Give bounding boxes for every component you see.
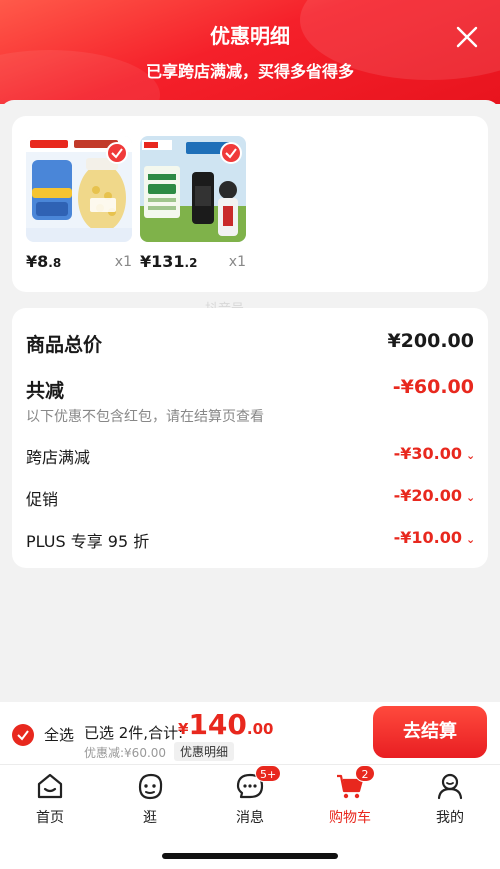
- discount-item-label: 跨店满减: [26, 448, 91, 467]
- total-reduce-row: 共减 -¥60.00: [26, 376, 474, 402]
- close-icon[interactable]: [452, 22, 482, 52]
- discount-item-row[interactable]: PLUS 专享 95 折 -¥10.00 ⌄: [26, 528, 476, 552]
- product-item[interactable]: ¥131.2 x1: [140, 136, 246, 271]
- total-price-row: 商品总价 ¥200.00: [26, 330, 474, 356]
- header: 优惠明细 已享跨店满减，买得多省得多: [0, 0, 500, 104]
- product-list: ¥8.8 x1 ¥131.2 x1: [12, 116, 488, 292]
- discount-item-label: 促销: [26, 490, 59, 509]
- tab-browse[interactable]: 逛: [110, 771, 190, 827]
- discount-summary: 商品总价 ¥200.00 共减 -¥60.00 以下优惠不包含红包，请在结算页查…: [12, 308, 488, 568]
- profile-icon: [437, 773, 463, 800]
- chevron-down-icon: ⌄: [466, 533, 476, 546]
- tab-label: 首页: [36, 810, 64, 826]
- discount-note-text: 以下优惠不包含红包，请在结算页查看: [26, 409, 264, 425]
- tab-label: 逛: [143, 810, 157, 826]
- total-price-value: ¥200.00: [387, 330, 474, 352]
- tab-label: 消息: [236, 810, 264, 826]
- chevron-down-icon: ⌄: [466, 491, 476, 504]
- selected-check-icon: [106, 142, 128, 164]
- product-image[interactable]: [26, 136, 132, 242]
- total-reduce-value: -¥60.00: [392, 376, 474, 398]
- page-subtitle: 已享跨店满减，买得多省得多: [145, 62, 354, 81]
- discount-item-value: -¥30.00 ⌄: [393, 444, 476, 463]
- total-price-label: 商品总价: [26, 334, 103, 356]
- cart-badge: 2: [355, 765, 375, 782]
- discount-detail-button[interactable]: 优惠明细: [174, 742, 235, 761]
- tab-messages[interactable]: 5+ 消息: [210, 765, 290, 827]
- discount-amount: 优惠减:¥60.00: [84, 746, 167, 760]
- tab-label: 购物车: [329, 810, 371, 826]
- product-quantity: x1: [228, 254, 246, 270]
- cart-icon-wrap: 2: [335, 765, 375, 801]
- discount-note: 以下优惠不包含红包，请在结算页查看: [26, 406, 474, 426]
- product-image[interactable]: [140, 136, 246, 242]
- tab-profile[interactable]: 我的: [410, 771, 490, 827]
- home-indicator: [162, 853, 338, 859]
- total-reduce-label: 共减: [26, 380, 65, 402]
- discount-item-label: PLUS 专享 95 折: [26, 532, 150, 551]
- message-icon-wrap: 5+: [235, 765, 282, 801]
- checkout-button[interactable]: 去结算: [373, 706, 487, 758]
- discount-item-value: -¥20.00 ⌄: [393, 486, 476, 505]
- product-price: ¥131.2: [140, 252, 198, 271]
- chevron-down-icon: ⌄: [466, 449, 476, 462]
- tab-cart[interactable]: 2 购物车: [310, 765, 390, 827]
- face-icon: [138, 773, 163, 800]
- checkout-bar: 全选 已选 2件,合计: ¥140.00 优惠减:¥60.00 优惠明细 去结算: [0, 702, 500, 764]
- product-quantity: x1: [114, 254, 132, 270]
- tab-label: 我的: [436, 810, 464, 826]
- select-all-label[interactable]: 全选: [44, 724, 74, 745]
- product-item[interactable]: ¥8.8 x1: [26, 136, 132, 271]
- tab-home[interactable]: 首页: [10, 771, 90, 827]
- discount-item-row[interactable]: 促销 -¥20.00 ⌄: [26, 486, 476, 510]
- discount-item-row[interactable]: 跨店满减 -¥30.00 ⌄: [26, 444, 476, 468]
- select-all-checkbox[interactable]: [12, 724, 34, 746]
- total-amount: ¥140.00: [178, 708, 274, 741]
- message-badge: 5+: [255, 765, 282, 782]
- page-title: 优惠明细: [210, 24, 290, 48]
- discount-item-value: -¥10.00 ⌄: [393, 528, 476, 547]
- selected-count: 已选 2件,合计:: [84, 724, 184, 742]
- selected-check-icon: [220, 142, 242, 164]
- tab-bar: 首页 逛 5+ 消息 2 购物车 我的: [0, 764, 500, 869]
- product-price: ¥8.8: [26, 252, 62, 271]
- home-icon: [37, 773, 63, 799]
